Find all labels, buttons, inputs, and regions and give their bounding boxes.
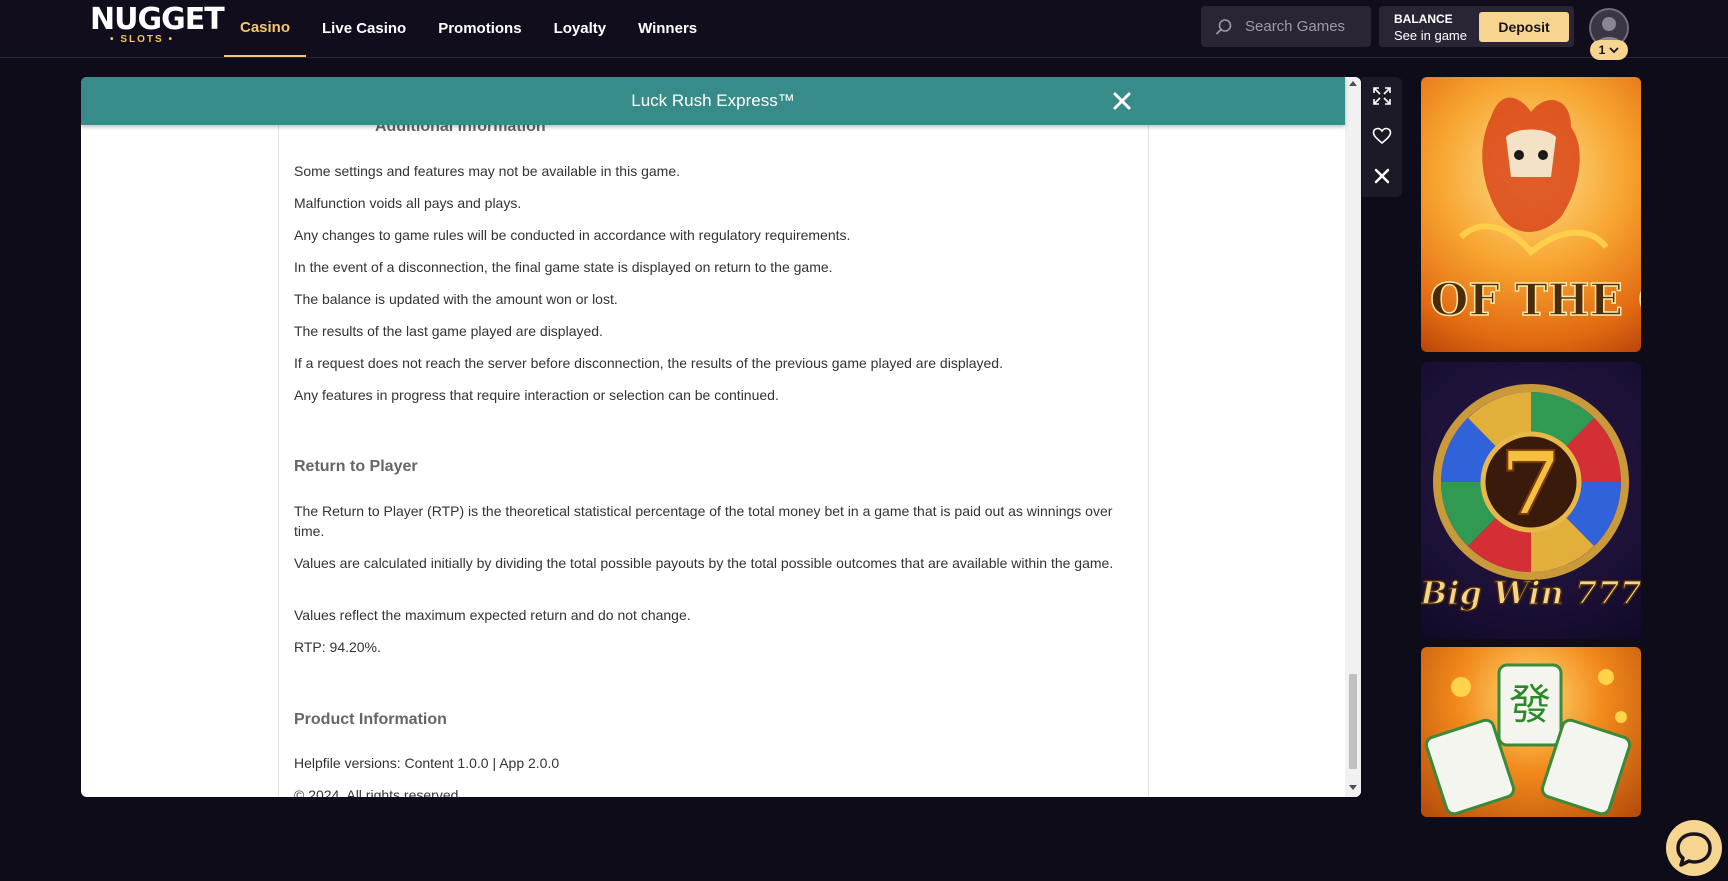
level-badge[interactable]: 1 (1590, 40, 1628, 60)
nugget-slots-logo[interactable]: NUGGET • SLOTS • (90, 2, 225, 50)
big-win-777-game-art: 7 Big Win 777 (1421, 384, 1641, 613)
rtp-value: RTP: 94.20%. (294, 639, 381, 655)
game-tile-big-win-777[interactable]: 7 Big Win 777 (1421, 362, 1641, 639)
help-content-panel (278, 77, 1149, 797)
mahjong-game-art: 發 (1424, 663, 1632, 816)
balance-value: See in game (1394, 28, 1467, 43)
info-line: Any changes to game rules will be conduc… (294, 227, 851, 243)
scroll-down-icon[interactable] (1349, 785, 1357, 790)
info-line: The results of the last game played are … (294, 323, 603, 339)
main-nav: Casino Live Casino Promotions Loyalty Wi… (224, 0, 713, 57)
logo-main-text: NUGGET (90, 2, 225, 37)
chevron-down-icon (1609, 47, 1619, 54)
info-line: The balance is updated with the amount w… (294, 291, 618, 307)
expand-icon[interactable] (1372, 86, 1392, 106)
nav-live-casino[interactable]: Live Casino (306, 0, 422, 57)
info-line: Some settings and features may not be av… (294, 163, 680, 179)
deposit-button[interactable]: Deposit (1479, 12, 1569, 42)
scroll-thumb[interactable] (1349, 674, 1357, 769)
nav-winners[interactable]: Winners (622, 0, 713, 57)
heart-icon[interactable] (1372, 126, 1392, 146)
scroll-up-icon[interactable] (1349, 81, 1357, 86)
copyright-line: © 2024. All rights reserved. (294, 787, 463, 797)
rtp-line: The Return to Player (RTP) is the theore… (294, 503, 1113, 539)
qilin-game-art: WAYS OF THE QILIN (1421, 97, 1641, 327)
chat-icon (1676, 832, 1712, 867)
rtp-line: Values reflect the maximum expected retu… (294, 607, 691, 623)
nav-loyalty[interactable]: Loyalty (538, 0, 623, 57)
search-box[interactable] (1201, 6, 1371, 47)
info-line: In the event of a disconnection, the fin… (294, 259, 833, 275)
rtp-heading: Return to Player (294, 458, 418, 475)
game-tile-mahjong[interactable]: 發 (1421, 647, 1641, 817)
game-tile-ways-of-the-qilin[interactable]: WAYS OF THE QILIN (1421, 77, 1641, 352)
level-number: 1 (1598, 43, 1606, 57)
search-icon (1216, 18, 1232, 34)
mahjong-tile-glyph: 發 (1509, 680, 1551, 729)
svg-text:7: 7 (1500, 431, 1561, 535)
modal-title: Luck Rush Express™ (631, 91, 795, 110)
product-line: Helpfile versions: Content 1.0.0 | App 2… (294, 755, 560, 771)
big-win-title-art: Big Win 777 (1421, 574, 1641, 612)
info-line: Any features in progress that require in… (294, 387, 779, 403)
product-info-heading: Product Information (294, 711, 447, 728)
close-icon[interactable] (1110, 89, 1134, 113)
qilin-title-art: WAYS OF THE QILIN (1421, 275, 1641, 326)
info-line: If a request does not reach the server b… (294, 355, 1003, 371)
nav-promotions[interactable]: Promotions (422, 0, 537, 57)
top-header: NUGGET • SLOTS • Casino Live Casino Prom… (0, 0, 1728, 60)
modal-header: Luck Rush Express™ (81, 77, 1345, 125)
balance-label: BALANCE (1394, 12, 1453, 26)
rtp-line: Values are calculated initially by divid… (294, 555, 1114, 571)
live-chat-button[interactable] (1666, 820, 1722, 876)
close-icon[interactable] (1372, 166, 1392, 186)
game-side-toolbar (1362, 77, 1402, 197)
info-line: Malfunction voids all pays and plays. (294, 195, 522, 211)
game-info-modal: Additional Information Some settings and… (81, 77, 1361, 797)
balance-box: BALANCE See in game Deposit (1379, 6, 1574, 47)
modal-scrollbar[interactable] (1345, 77, 1361, 797)
search-input[interactable] (1245, 18, 1355, 35)
nav-casino[interactable]: Casino (224, 0, 307, 57)
